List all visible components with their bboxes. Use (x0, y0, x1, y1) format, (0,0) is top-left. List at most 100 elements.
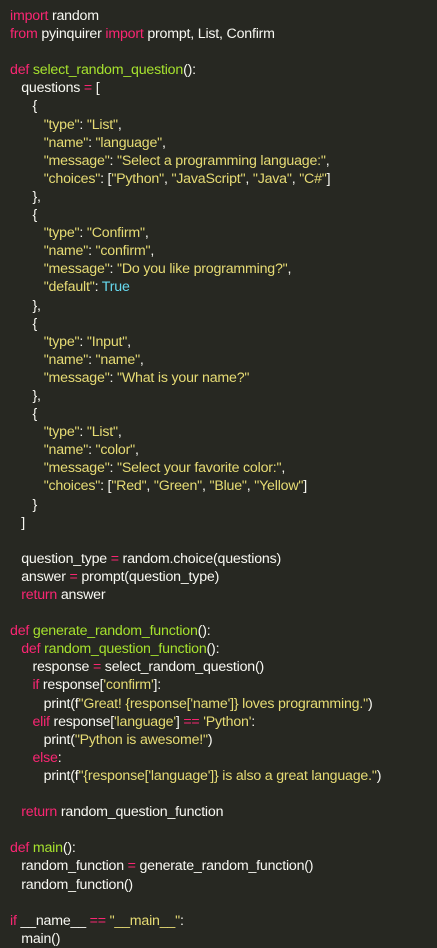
code-token: : (88, 351, 96, 368)
code-token: : (94, 279, 102, 296)
operator-token: == (183, 713, 200, 730)
code-token: { (10, 315, 37, 332)
code-token: random_function() (10, 876, 133, 893)
code-token: , (281, 460, 286, 477)
code-token: : (57, 749, 62, 766)
code-token: : [ (100, 170, 112, 187)
code-token: response[ (49, 713, 115, 730)
code-line: import random (0, 7, 437, 25)
code-token: : (79, 225, 87, 242)
operator-token: = (127, 858, 136, 875)
operator-token: = (110, 550, 119, 567)
keyword-token: return (21, 587, 58, 603)
code-token: , (144, 225, 149, 242)
string-token: "__main__" (109, 912, 181, 929)
code-token: ) (207, 731, 213, 748)
code-token: print(f (10, 695, 79, 712)
code-editor[interactable]: import random from pyinquirer import prom… (0, 0, 437, 947)
code-line: random_function() (0, 876, 437, 894)
keyword-token: def (10, 623, 30, 640)
keyword-token: elif (32, 713, 50, 730)
string-token: "message" (43, 152, 110, 169)
code-line: print(f"Great! {response['name']} loves … (0, 695, 437, 713)
code-token: __name__ (16, 912, 90, 929)
code-token: print( (10, 731, 75, 748)
string-token: "List" (86, 116, 118, 133)
string-token: "Yellow" (254, 478, 304, 495)
string-token: 'confirm' (103, 677, 154, 694)
code-token: { (10, 406, 37, 423)
string-token: "Red" (111, 478, 147, 495)
code-token: answer (57, 587, 106, 603)
code-token: : [ (100, 478, 112, 495)
code-line: "choices": ["Red", "Green", "Blue", "Yel… (0, 477, 437, 495)
code-line: } (0, 496, 437, 514)
code-line: "default": True (0, 278, 437, 296)
string-token: "Confirm" (86, 225, 145, 242)
string-token: "message" (43, 460, 110, 477)
string-token: "Do you like programming?" (117, 261, 288, 278)
code-line: ] (0, 514, 437, 532)
code-token: ] (326, 170, 331, 187)
code-token: questions (10, 80, 84, 97)
keyword-token: import (10, 8, 49, 24)
string-token: "language" (95, 134, 163, 151)
keyword-token: def (10, 840, 30, 857)
code-token: pyinquirer (37, 26, 106, 43)
code-line: response = select_random_question() (0, 658, 437, 676)
string-token: "{response['language']} is also a great … (78, 767, 377, 784)
code-line: main() (0, 930, 437, 948)
string-token: "message" (43, 369, 110, 386)
keyword-token: from (10, 26, 38, 43)
code-token: main() (10, 930, 61, 947)
code-token: , (162, 134, 166, 151)
code-line: return answer (0, 586, 437, 604)
code-token: random_question_function (57, 804, 224, 821)
code-token: }, (10, 387, 41, 404)
string-token: "Java" (252, 170, 292, 187)
code-line: "name": "language", (0, 134, 437, 152)
code-token: answer (10, 568, 70, 585)
code-token: , (325, 152, 330, 169)
operator-token: = (92, 659, 102, 676)
string-token: "Python is awesome!" (74, 731, 208, 748)
code-line: from pyinquirer import prompt, List, Con… (0, 25, 437, 43)
function-name-token: select_random_question (32, 62, 184, 79)
string-token: "default" (43, 279, 95, 296)
code-token: , (134, 442, 139, 459)
string-token: "Select a programming language:" (117, 152, 326, 169)
string-token: "name" (43, 243, 89, 260)
code-line: }, (0, 297, 437, 315)
code-line: def main(): (0, 839, 437, 857)
code-token: (): (183, 62, 196, 79)
code-token: , (202, 478, 210, 495)
string-token: 'Python' (203, 713, 252, 730)
code-line: "type": "List", (0, 116, 437, 134)
constant-token: True (101, 279, 130, 296)
string-token: "C#" (299, 170, 327, 187)
code-token: prompt, List, Confirm (143, 26, 275, 43)
code-line: "message": "Do you like programming?", (0, 260, 437, 278)
string-token: "type" (43, 333, 80, 350)
code-token: }, (10, 297, 41, 314)
code-token: { (10, 207, 37, 224)
code-token: , (139, 351, 144, 368)
code-token: : (109, 261, 118, 278)
keyword-token: if (10, 912, 17, 929)
function-name-token: main (32, 840, 63, 857)
code-line: else: (0, 749, 437, 767)
string-token: "Input" (86, 333, 128, 350)
